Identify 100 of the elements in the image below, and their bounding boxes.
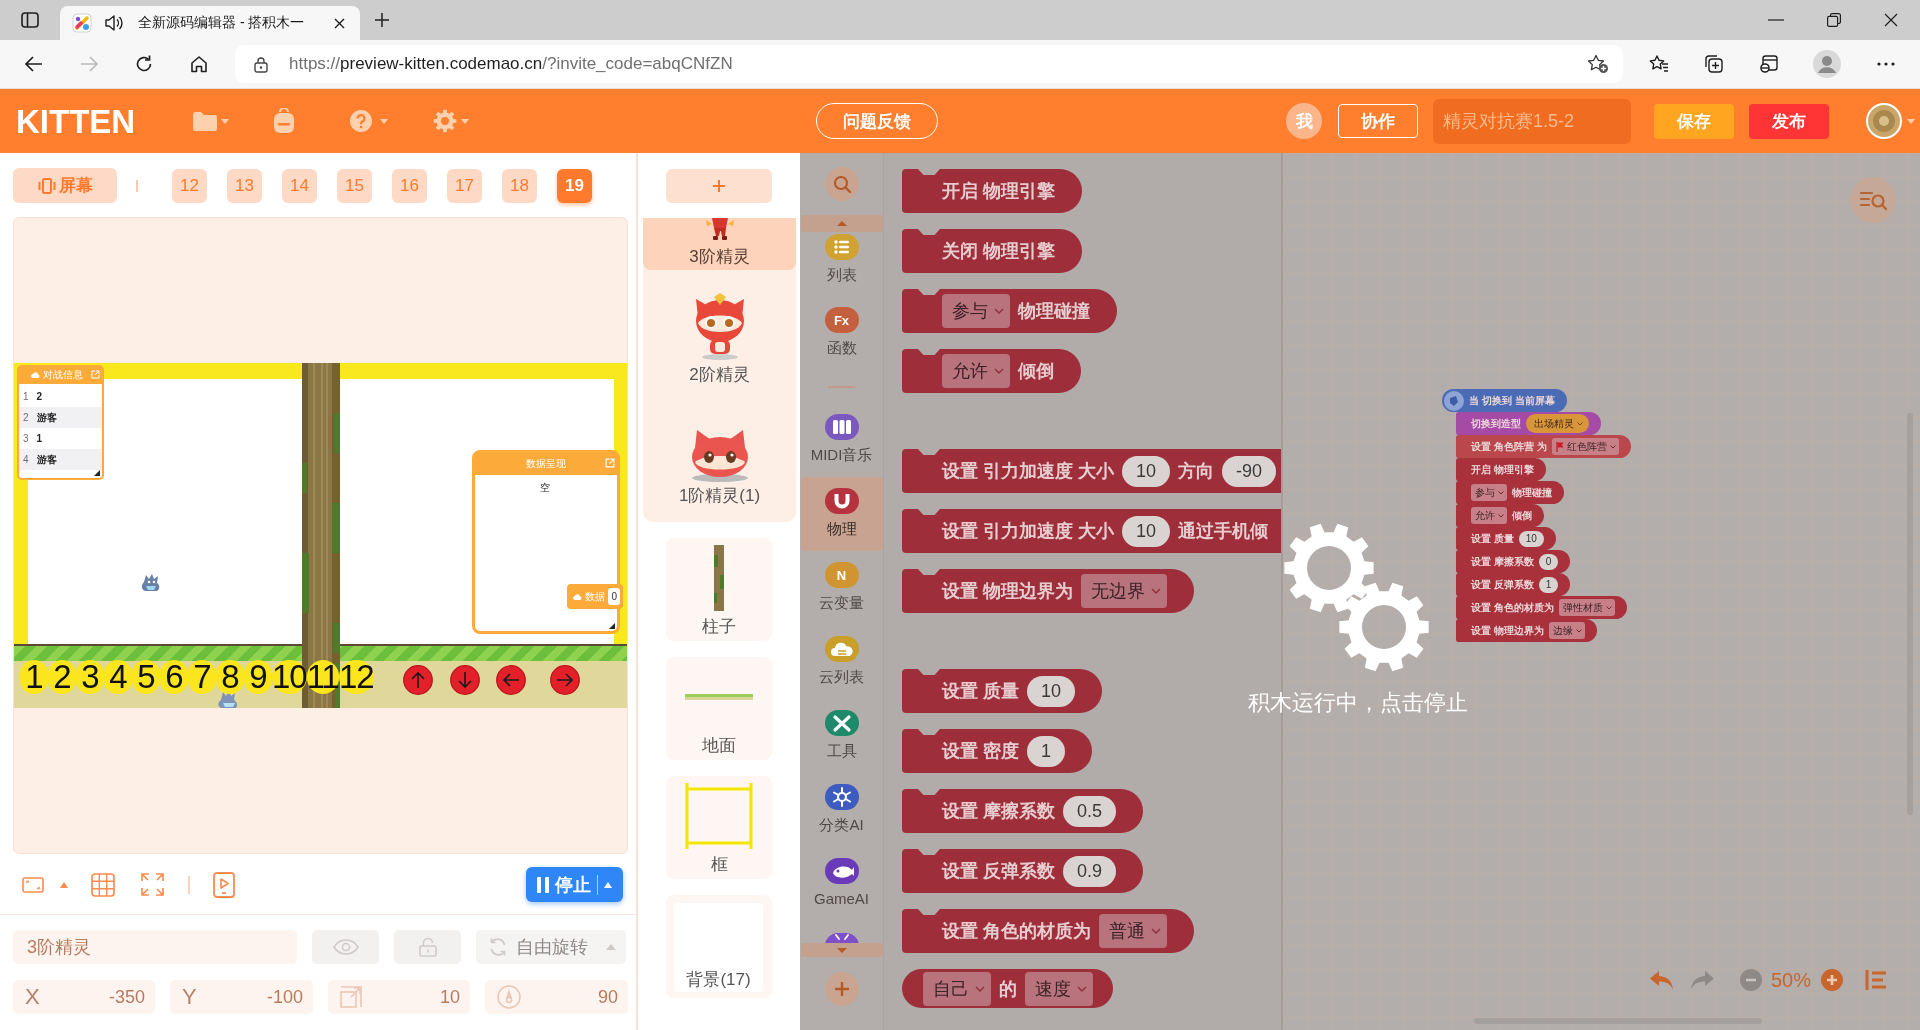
team-dropdown[interactable]: 红色阵营 (1551, 438, 1619, 455)
speaker-icon[interactable] (104, 13, 124, 33)
code-block[interactable]: 开启 物理引擎 (902, 169, 1082, 213)
sprite-item[interactable]: 背景(17) (666, 895, 772, 998)
zoom-out-icon[interactable] (1740, 969, 1762, 991)
code-block[interactable]: 关闭 物理引擎 (902, 229, 1082, 273)
block-dropdown[interactable]: 参与 (1471, 484, 1507, 501)
category-item[interactable]: 物理 (800, 477, 883, 551)
category-item[interactable]: Fx 函数 (800, 296, 883, 370)
gear-icon[interactable] (1283, 522, 1375, 614)
sprite-item[interactable]: 柱子 (666, 538, 772, 641)
category-item[interactable]: 分类AI (800, 773, 883, 847)
code-block[interactable]: 设置 角色的材质为 弹性材质 (1456, 596, 1627, 619)
block-dropdown[interactable]: 允许 (1471, 507, 1507, 524)
profile-avatar-icon[interactable] (1813, 50, 1841, 78)
caret-icon[interactable] (1907, 118, 1915, 124)
number-input[interactable]: 1 (1027, 735, 1066, 767)
caret-icon[interactable] (461, 118, 470, 124)
number-input[interactable]: 10 (1518, 530, 1544, 547)
category-item[interactable]: MIDI音乐 (800, 403, 883, 477)
phone-play-icon[interactable] (213, 871, 235, 898)
down-arrow-button[interactable] (450, 665, 480, 695)
left-arrow-button[interactable] (496, 665, 526, 695)
add-favorite-icon[interactable] (1587, 54, 1609, 74)
block-search-icon[interactable] (1850, 177, 1896, 223)
code-block[interactable]: 参与 物理碰撞 (902, 289, 1117, 333)
code-block[interactable]: 允许 倾倒 (902, 349, 1081, 393)
category-item[interactable]: 工具 (800, 699, 883, 773)
code-block[interactable]: 设置 质量 10 (1456, 527, 1556, 550)
code-block[interactable]: 设置 角色阵营 为 红色阵营 (1456, 435, 1631, 458)
lock-icon[interactable] (254, 55, 268, 73)
block-dropdown[interactable]: 自己 (923, 971, 991, 1006)
settings-icon[interactable] (433, 109, 458, 133)
number-input[interactable]: 0 (1538, 553, 1559, 570)
sprite-item[interactable]: 3阶精灵 (643, 218, 796, 270)
export-icon[interactable] (91, 370, 100, 379)
browser-tab[interactable]: 全新源码编辑器 - 搭积木一 (60, 6, 360, 40)
code-block[interactable]: 设置 物理边界为 边缘 (1456, 619, 1597, 642)
code-block[interactable]: 设置 物理边界为 无边界 (902, 569, 1194, 613)
caret-icon[interactable] (60, 881, 68, 888)
up-arrow-button[interactable] (403, 665, 433, 695)
search-icon[interactable] (824, 167, 859, 201)
export-icon[interactable] (605, 458, 615, 468)
gear-icon[interactable] (1338, 581, 1430, 673)
caret-icon[interactable] (221, 118, 230, 124)
sprite-item[interactable]: 1阶精灵(1) (643, 395, 796, 522)
code-block[interactable]: 设置 质量 10 (902, 669, 1103, 713)
block-dropdown[interactable]: 边缘 (1548, 622, 1585, 639)
right-arrow-button[interactable] (550, 665, 580, 695)
block-dropdown[interactable]: 允许 (942, 354, 1010, 388)
backpack-icon[interactable] (272, 108, 297, 134)
add-extension-icon[interactable] (824, 972, 859, 1006)
redo-icon[interactable] (1689, 969, 1715, 991)
close-icon[interactable] (334, 17, 345, 29)
vertical-scrollbar[interactable] (1907, 413, 1913, 815)
close-icon[interactable] (1884, 13, 1898, 27)
fullscreen-icon[interactable] (141, 873, 164, 896)
caret-icon[interactable] (604, 881, 612, 888)
new-tab-icon[interactable] (374, 12, 390, 28)
block-dropdown[interactable]: 速度 (1025, 971, 1093, 1006)
restore-icon[interactable] (1827, 13, 1841, 27)
code-block[interactable]: 参与 物理碰撞 (1456, 481, 1564, 504)
resize-handle-icon[interactable] (609, 623, 615, 629)
costume-dropdown[interactable]: 出场精灵 (1526, 414, 1589, 433)
code-block[interactable]: 允许 倾倒 (1456, 504, 1544, 527)
screen-ratio-icon[interactable] (22, 876, 44, 893)
number-input[interactable]: 0.5 (1063, 795, 1117, 827)
favorites-icon[interactable] (1649, 54, 1669, 74)
category-item[interactable]: 云列表 (800, 625, 883, 699)
forward-icon[interactable] (79, 54, 99, 74)
category-item[interactable]: GameAI (800, 847, 883, 921)
code-block[interactable]: 设置 摩擦系数 0.5 (902, 789, 1144, 833)
more-icon[interactable] (1876, 62, 1896, 66)
publish-button[interactable]: 发布 (1749, 103, 1829, 139)
reload-icon[interactable] (134, 54, 154, 74)
code-block[interactable]: 设置 密度 1 (902, 729, 1093, 773)
number-input[interactable]: 10 (1122, 515, 1171, 547)
code-block[interactable]: 开启 物理引擎 (1456, 458, 1546, 481)
code-block[interactable]: 当 切换到 当前屏幕 (1442, 389, 1567, 412)
code-block[interactable]: 自己 的 速度 (902, 969, 1113, 1008)
app-logo[interactable]: KITTEN (16, 104, 136, 138)
undo-icon[interactable] (1649, 969, 1675, 991)
scroll-up-button[interactable] (800, 215, 883, 232)
tab-sidebar-icon[interactable] (21, 12, 39, 28)
sprite-item[interactable]: 框 (666, 776, 772, 879)
browser-mode-icon[interactable] (1759, 54, 1779, 74)
grid-icon[interactable] (91, 872, 115, 897)
block-dropdown[interactable]: 普通 (1099, 914, 1167, 948)
number-input[interactable]: 10 (1027, 675, 1076, 707)
number-input[interactable]: 0.9 (1063, 855, 1117, 887)
collaborate-button[interactable]: 协作 (1338, 104, 1418, 138)
folder-icon[interactable] (192, 110, 219, 132)
block-dropdown[interactable]: 无边界 (1081, 574, 1167, 608)
sprite-item[interactable]: 地面 (666, 657, 772, 760)
code-block[interactable]: 设置 摩擦系数 0 (1456, 550, 1571, 573)
collections-icon[interactable] (1704, 54, 1724, 74)
help-icon[interactable] (350, 110, 373, 132)
code-block[interactable]: 切换到造型 出场精灵 (1456, 412, 1601, 435)
code-block[interactable]: 设置 角色的材质为 普通 (902, 909, 1194, 953)
screen-tab[interactable]: 19 (557, 168, 592, 203)
